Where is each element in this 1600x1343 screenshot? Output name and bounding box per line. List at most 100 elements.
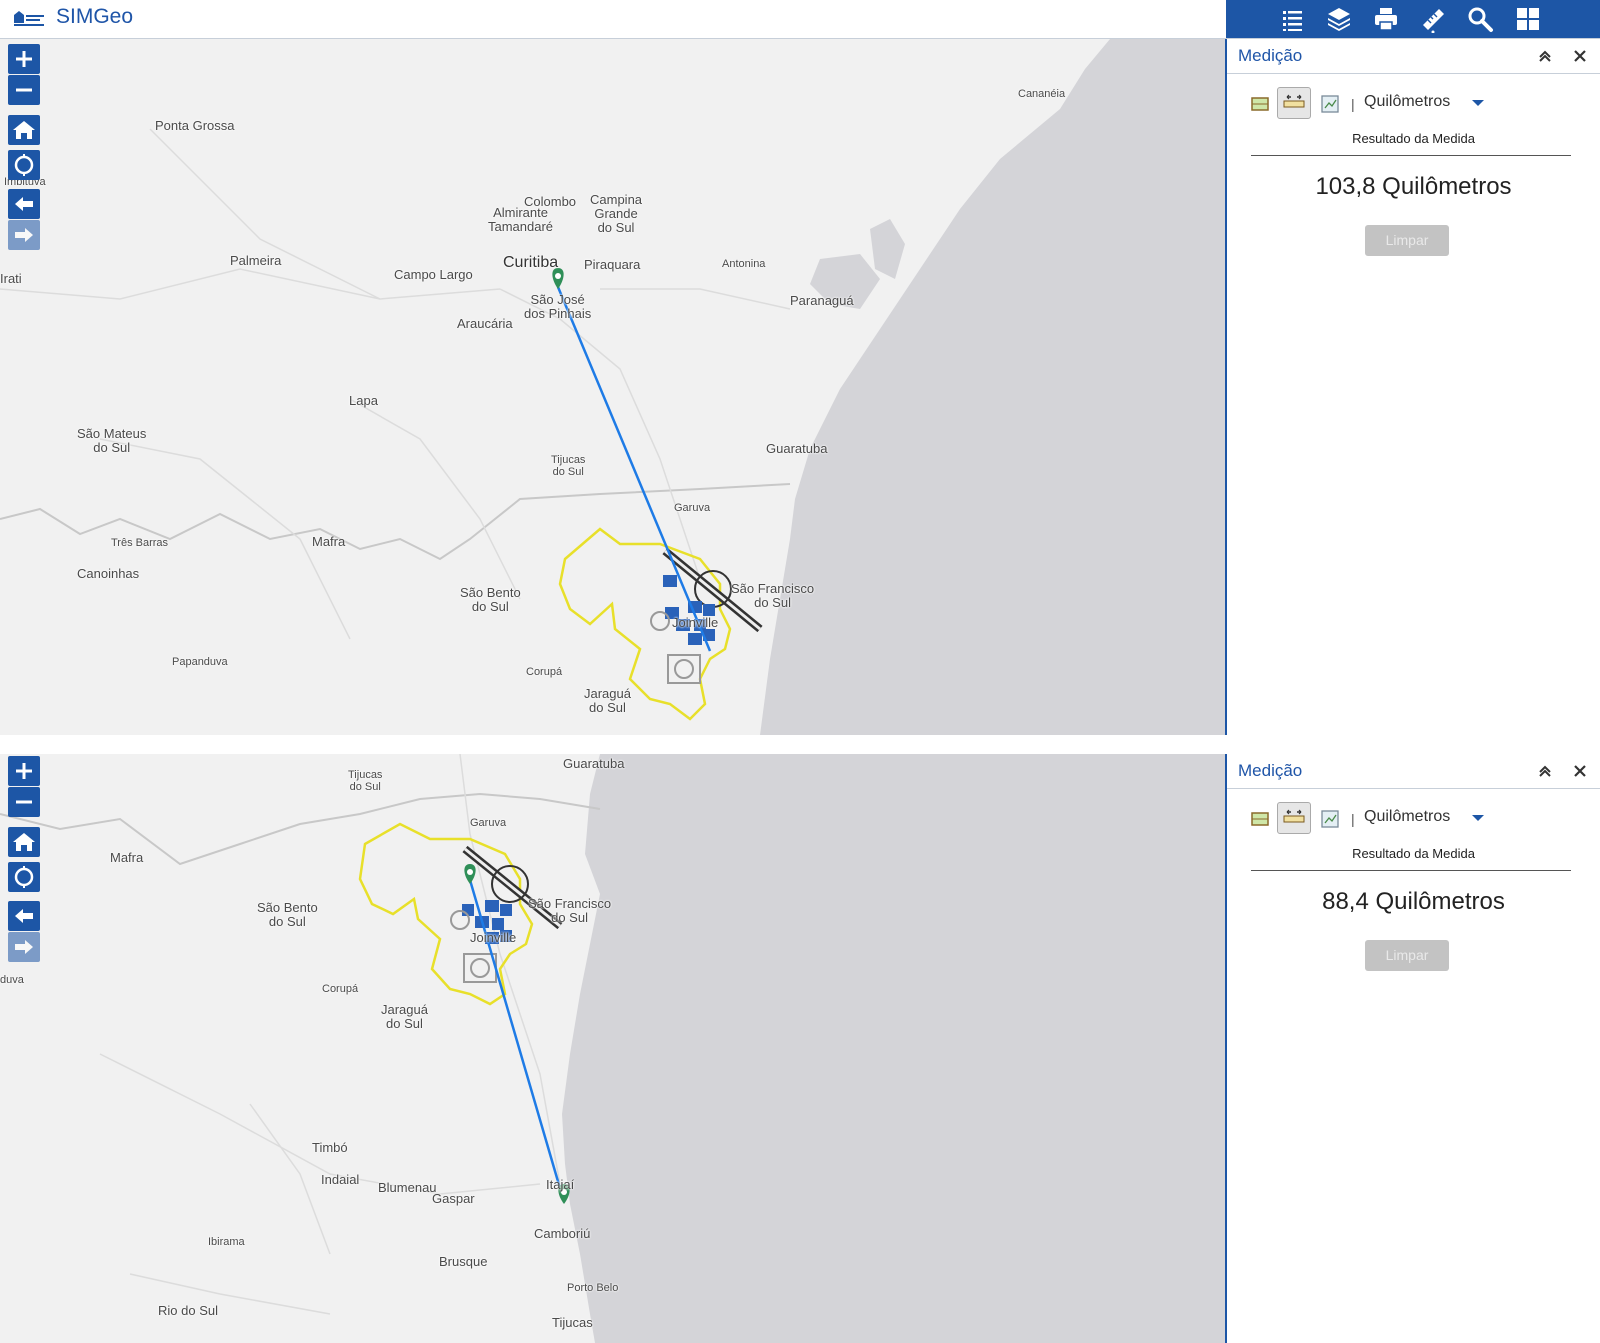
collapse-icon[interactable]	[1536, 47, 1554, 65]
app-logo	[14, 11, 44, 26]
map-label: Joinville	[470, 930, 517, 945]
basemap-1	[0, 39, 1225, 735]
map-label: Tijucas do Sul	[551, 454, 586, 478]
distance-tool-icon[interactable]	[1277, 802, 1311, 834]
close-icon[interactable]	[1571, 47, 1589, 65]
result-label: Resultado da Medida	[1352, 846, 1475, 861]
locate-button[interactable]	[8, 862, 40, 892]
map-pane-1: Ponta Grossa Imbituva Irati Palmeira Col…	[0, 39, 1600, 735]
separator: |	[1351, 811, 1355, 827]
map-label: Brusque	[439, 1254, 488, 1269]
basemap-2	[0, 754, 1225, 1343]
unit-dropdown[interactable]: Quilômetros	[1364, 93, 1450, 111]
divider	[1251, 870, 1571, 871]
zoom-in-button[interactable]	[8, 756, 40, 786]
map-label: Tijucas do Sul	[348, 769, 383, 793]
map-label: Rio do Sul	[158, 1303, 218, 1318]
map-label: Papanduva	[172, 656, 228, 668]
list-icon[interactable]	[1278, 5, 1306, 33]
location-tool-icon[interactable]	[1319, 93, 1341, 115]
map-label: Campina Grande do Sul	[590, 192, 643, 235]
map-label: Indaial	[321, 1172, 360, 1187]
map-label: Garuva	[674, 502, 711, 514]
location-tool-icon[interactable]	[1319, 808, 1341, 830]
map-label: Cananéia	[1018, 88, 1066, 100]
map-label: Itajaí	[546, 1177, 575, 1192]
toolbar	[1226, 0, 1600, 38]
map-label: Timbó	[312, 1140, 348, 1155]
map-label: Joinville	[672, 615, 719, 630]
map-label: Ibirama	[208, 1236, 245, 1248]
separator: |	[1351, 96, 1355, 112]
map-label: Camboriú	[534, 1226, 591, 1241]
map-label: Porto Belo	[567, 1282, 619, 1294]
zoom-out-button[interactable]	[8, 75, 40, 105]
next-extent-button[interactable]	[8, 220, 40, 250]
grid-icon[interactable]	[1514, 5, 1542, 33]
map-label: Palmeira	[230, 253, 282, 268]
map-label: São Francisco do Sul	[731, 581, 815, 610]
panel-header: Medição	[1227, 39, 1600, 74]
map-view-1[interactable]: Ponta Grossa Imbituva Irati Palmeira Col…	[0, 39, 1225, 735]
previous-extent-button[interactable]	[8, 189, 40, 219]
search-icon[interactable]	[1466, 5, 1494, 33]
map-label: São Bento do Sul	[460, 585, 521, 614]
map-label: São Mateus do Sul	[77, 426, 147, 455]
map-label: Antonina	[722, 258, 766, 270]
layers-icon[interactable]	[1325, 5, 1353, 33]
map-label: Guaratuba	[766, 441, 828, 456]
home-button[interactable]	[8, 827, 40, 857]
result-label: Resultado da Medida	[1352, 131, 1475, 146]
panel-title: Medição	[1238, 46, 1303, 65]
map-label: Almirante Tamandaré	[488, 205, 554, 234]
map-label: Tijucas	[552, 1315, 593, 1330]
map-label: Campo Largo	[394, 267, 473, 282]
area-tool-icon[interactable]	[1249, 808, 1271, 830]
map-label: Piraquara	[584, 257, 641, 272]
unit-dropdown[interactable]: Quilômetros	[1364, 808, 1450, 826]
map-label: Blumenau	[378, 1180, 437, 1195]
map-label: Paranaguá	[790, 293, 854, 308]
zoom-in-button[interactable]	[8, 44, 40, 74]
map-label: duva	[0, 974, 24, 986]
result-value: 103,8 Quilômetros	[1315, 173, 1512, 200]
collapse-icon[interactable]	[1536, 762, 1554, 780]
app-title: SIMGeo	[56, 5, 134, 28]
top-bar: SIMGeo	[0, 0, 1600, 39]
map-label: Araucária	[457, 316, 513, 331]
ruler-icon[interactable]	[1419, 5, 1447, 33]
next-extent-button[interactable]	[8, 932, 40, 962]
chevron-down-icon[interactable]	[1472, 815, 1484, 821]
map-label: Corupá	[322, 983, 359, 995]
map-label: Garuva	[470, 817, 507, 829]
area-tool-icon[interactable]	[1249, 93, 1271, 115]
map-label: Mafra	[110, 850, 144, 865]
map-view-2[interactable]: Guaratuba Tijucas do Sul Garuva Mafra Sã…	[0, 754, 1225, 1343]
previous-extent-button[interactable]	[8, 901, 40, 931]
map-label: Canoinhas	[77, 566, 140, 581]
locate-button[interactable]	[8, 150, 40, 180]
zoom-out-button[interactable]	[8, 787, 40, 817]
result-value: 88,4 Quilômetros	[1322, 888, 1505, 915]
map-label: Jaraguá do Sul	[381, 1002, 428, 1031]
map-label: Gaspar	[432, 1191, 475, 1206]
map-label: Mafra	[312, 534, 346, 549]
close-icon[interactable]	[1571, 762, 1589, 780]
print-icon[interactable]	[1372, 5, 1400, 33]
map-label: Ponta Grossa	[155, 118, 235, 133]
map-pane-2: Guaratuba Tijucas do Sul Garuva Mafra Sã…	[0, 754, 1600, 1343]
map-label: Guaratuba	[563, 756, 625, 771]
map-label: Corupá	[526, 666, 563, 678]
clear-button[interactable]: Limpar	[1365, 225, 1449, 256]
clear-button[interactable]: Limpar	[1365, 940, 1449, 971]
divider	[1251, 155, 1571, 156]
chevron-down-icon[interactable]	[1472, 100, 1484, 106]
distance-tool-icon[interactable]	[1277, 87, 1311, 119]
map-label: Jaraguá do Sul	[584, 686, 631, 715]
measurement-panel-2: Medição | Quilômetros Resultado da Medid…	[1225, 754, 1600, 1343]
panel-header: Medição	[1227, 754, 1600, 789]
home-button[interactable]	[8, 115, 40, 145]
map-label: São José dos Pinhais	[524, 292, 592, 321]
map-label: Três Barras	[111, 537, 169, 549]
map-label: Lapa	[349, 393, 378, 408]
